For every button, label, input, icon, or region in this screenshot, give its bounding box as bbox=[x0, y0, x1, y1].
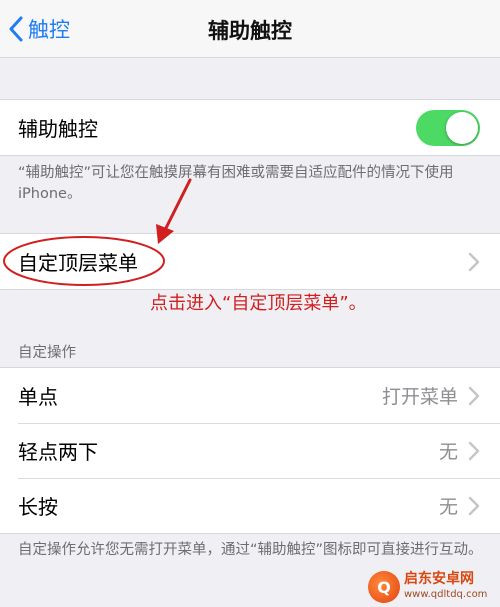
chevron-right-icon bbox=[468, 441, 480, 460]
action-value: 打开菜单 bbox=[381, 386, 458, 408]
watermark-logo-icon: Q bbox=[368, 571, 400, 603]
navigation-bar: 触控 辅助触控 bbox=[0, 0, 500, 58]
watermark-url: www.qdltdq.com bbox=[404, 589, 488, 600]
customize-menu-group: 自定顶层菜单 bbox=[0, 233, 500, 290]
watermark: Q 启东安卓网 www.qdltdq.com bbox=[368, 567, 496, 607]
action-label: 长按 bbox=[18, 495, 58, 519]
chevron-right-icon bbox=[468, 252, 480, 271]
action-value: 无 bbox=[438, 496, 458, 518]
customize-menu-label: 自定顶层菜单 bbox=[18, 251, 138, 275]
custom-actions-header: 自定操作 bbox=[18, 345, 76, 361]
watermark-name: 启东安卓网 bbox=[404, 571, 474, 587]
action-value: 无 bbox=[438, 441, 458, 463]
action-label: 单点 bbox=[18, 385, 58, 409]
custom-actions-footnote: 自定操作允许您无需打开菜单，通过“辅助触控”图标即可直接进行互动。 bbox=[18, 542, 483, 558]
custom-action-row-single-tap[interactable]: 单点 打开菜单 bbox=[0, 368, 500, 423]
customize-top-level-menu-row[interactable]: 自定顶层菜单 bbox=[0, 234, 500, 289]
annotation-callout-text: 点击进入“自定顶层菜单”。 bbox=[150, 293, 367, 314]
assistive-touch-toggle[interactable] bbox=[416, 110, 480, 146]
toggle-knob bbox=[446, 112, 478, 144]
assistive-touch-row: 辅助触控 bbox=[0, 100, 500, 155]
custom-action-row-long-press[interactable]: 长按 无 bbox=[0, 478, 500, 533]
action-label: 轻点两下 bbox=[18, 440, 98, 464]
custom-actions-group: 单点 打开菜单 轻点两下 无 长按 无 bbox=[0, 367, 500, 534]
assistive-touch-group: 辅助触控 bbox=[0, 99, 500, 156]
watermark-text: 启东安卓网 www.qdltdq.com bbox=[404, 572, 487, 602]
chevron-right-icon bbox=[468, 386, 480, 405]
custom-action-row-double-tap[interactable]: 轻点两下 无 bbox=[0, 423, 500, 478]
assistive-touch-footnote: “辅助触控”可让您在触摸屏幕有困难或需要自适应配件的情况下使用iPhone。 bbox=[18, 165, 454, 202]
page-title: 辅助触控 bbox=[208, 19, 292, 43]
chevron-right-icon bbox=[468, 496, 480, 515]
